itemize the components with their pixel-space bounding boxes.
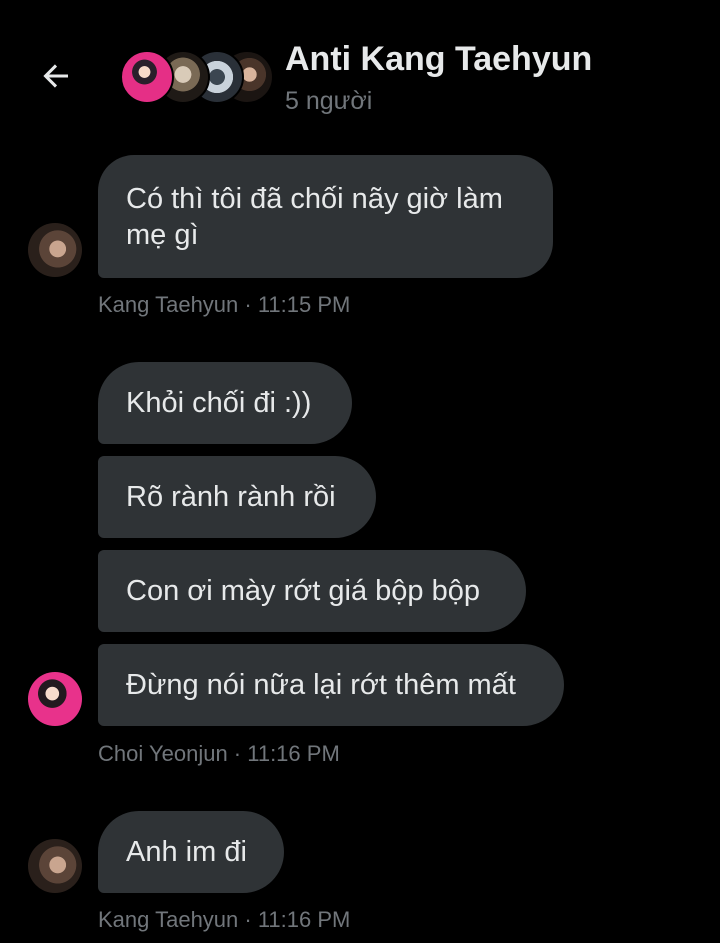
message-bubble[interactable]: Đừng nói nữa lại rớt thêm mất: [98, 644, 564, 726]
message-text: Khỏi chối đi :)): [126, 387, 312, 419]
message-text: Rõ rành rành rồi: [126, 481, 336, 513]
message-bubble[interactable]: Anh im đi: [98, 811, 284, 893]
message-meta: Kang Taehyun · 11:15 PM: [98, 292, 351, 317]
conversation-title[interactable]: Anti Kang Taehyun: [285, 40, 592, 79]
message-text: Anh im đi: [126, 836, 247, 868]
sender-avatar[interactable]: [28, 223, 82, 277]
arrow-left-icon: [43, 64, 68, 88]
message-text: Có thì tôi đã chối nãy giờ làm mẹ gì: [126, 183, 503, 251]
member-avatar: [120, 50, 174, 104]
conversation-header: Anti Kang Taehyun 5 người: [0, 0, 720, 140]
message-bubble[interactable]: Rõ rành rành rồi: [98, 456, 376, 538]
message-bubble[interactable]: Có thì tôi đã chối nãy giờ làm mẹ gì: [98, 155, 553, 278]
sender-avatar[interactable]: [28, 839, 82, 893]
message-bubble[interactable]: Khỏi chối đi :)): [98, 362, 352, 444]
member-count: 5 người: [285, 87, 373, 115]
message-meta: Kang Taehyun · 11:16 PM: [98, 907, 351, 932]
back-button[interactable]: [36, 56, 76, 96]
message-text: Đừng nói nữa lại rớt thêm mất: [126, 669, 516, 701]
message-text: Con ơi mày rớt giá bộp bộp: [126, 575, 480, 607]
group-avatars[interactable]: [120, 50, 274, 104]
sender-avatar[interactable]: [28, 672, 82, 726]
message-bubble[interactable]: Con ơi mày rớt giá bộp bộp: [98, 550, 526, 632]
message-meta: Choi Yeonjun · 11:16 PM: [98, 741, 340, 766]
